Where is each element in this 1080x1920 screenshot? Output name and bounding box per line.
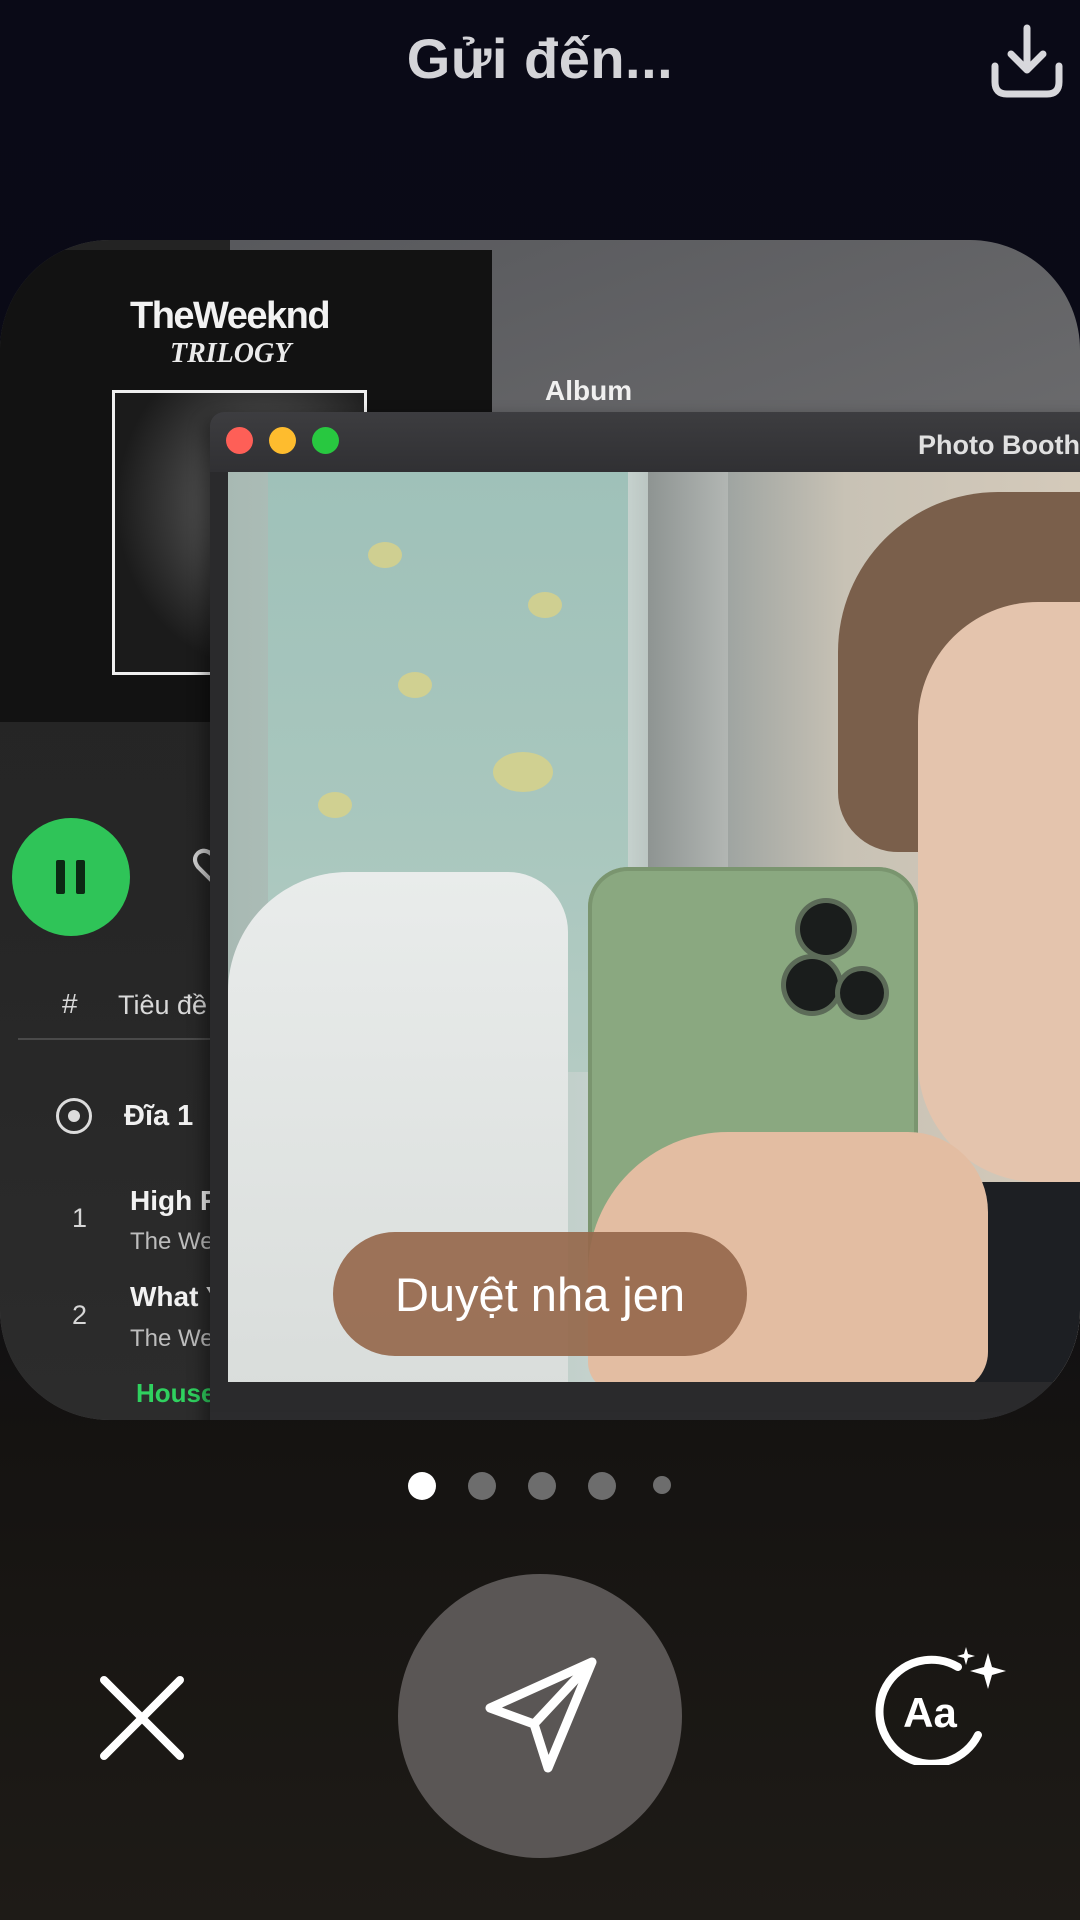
camera-lens — [800, 903, 852, 955]
download-icon — [991, 24, 1063, 98]
minimize-dot-icon — [269, 427, 296, 454]
album-section-label: Album — [545, 375, 633, 406]
column-title: Tiêu đề — [118, 990, 208, 1020]
text-style-button[interactable]: Aa — [870, 1645, 1012, 1765]
photo-preview[interactable]: TheWeeknd TRILOGY Album # Tiêu đề Đĩa 1 … — [0, 240, 1080, 1420]
page-dot[interactable] — [528, 1472, 556, 1500]
caption-bubble[interactable]: Duyệt nha jen — [333, 1232, 747, 1356]
camera-lens — [840, 971, 884, 1015]
pause-icon-bar — [76, 860, 85, 894]
disc-icon — [56, 1098, 92, 1134]
track-number: 1 — [72, 1203, 88, 1233]
page-dot[interactable] — [653, 1476, 671, 1494]
svg-text:Aa: Aa — [903, 1689, 957, 1736]
close-button[interactable] — [96, 1672, 188, 1764]
column-hash: # — [62, 988, 78, 1019]
close-dot-icon — [226, 427, 253, 454]
face — [918, 602, 1080, 1182]
text-style-icon: Aa — [875, 1647, 1006, 1765]
send-button[interactable] — [398, 1574, 682, 1858]
photo-booth-toolbar — [210, 1412, 1080, 1420]
send-icon — [485, 1657, 597, 1773]
page-dot-active[interactable] — [408, 1472, 436, 1500]
album-artist: TheWeeknd — [130, 295, 331, 337]
camera-lens — [786, 959, 838, 1011]
download-button[interactable] — [985, 22, 1069, 102]
star-pattern — [318, 792, 352, 818]
playing-track: House — [136, 1378, 216, 1408]
close-icon — [100, 1676, 184, 1760]
star-pattern — [493, 752, 553, 792]
star-pattern — [528, 592, 562, 618]
maximize-dot-icon — [312, 427, 339, 454]
disc-label: Đĩa 1 — [124, 1100, 194, 1132]
star-pattern — [368, 542, 402, 568]
window-title: Photo Booth — [918, 430, 1080, 460]
album-name: TRILOGY — [170, 338, 292, 369]
track-number: 2 — [72, 1300, 88, 1330]
page-dot[interactable] — [468, 1472, 496, 1500]
divider — [18, 1038, 238, 1040]
page-title: Gửi đến... — [406, 27, 674, 90]
pause-icon — [56, 860, 65, 894]
page-dot[interactable] — [588, 1472, 616, 1500]
star-pattern — [398, 672, 432, 698]
window-titlebar: Photo Booth — [210, 412, 1080, 472]
pause-button — [12, 818, 130, 936]
